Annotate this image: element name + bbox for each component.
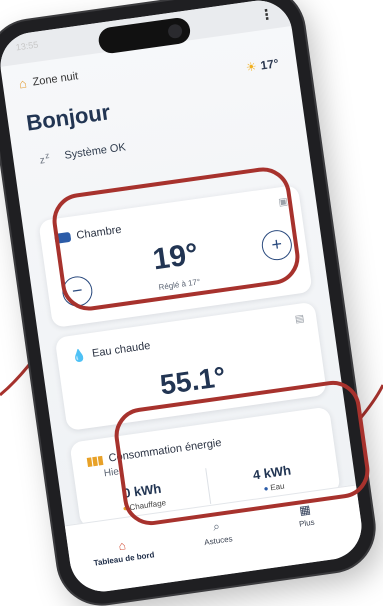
boiler-icon: ▤ bbox=[294, 313, 306, 326]
tab-dashboard[interactable]: ⌂ Tableau de bord bbox=[82, 533, 165, 569]
bed-icon bbox=[54, 231, 72, 244]
weather-widget: ☀ 17° bbox=[245, 56, 280, 74]
camera-icon bbox=[167, 23, 184, 40]
conso-label: Consommation énergie bbox=[107, 436, 223, 465]
zone-label: Zone nuit bbox=[31, 69, 79, 89]
water-drop-icon: 💧 bbox=[70, 347, 88, 364]
app-screen: 13:55 ⋮ ⌂ Zone nuit ☀ 17° Bonjour zz Sys… bbox=[0, 0, 366, 596]
water-label: Eau bbox=[269, 481, 286, 493]
tab-more[interactable]: ▦ Plus bbox=[279, 499, 332, 531]
card-eau-title: 💧 Eau chaude bbox=[70, 339, 151, 364]
flame-icon: ● bbox=[122, 503, 129, 514]
system-status-text: Système OK bbox=[63, 140, 127, 162]
tab-tips-label: Astuces bbox=[203, 534, 234, 548]
tab-tips[interactable]: ⌕ Astuces bbox=[186, 515, 249, 549]
bar-chart-icon: ▮▮▮ bbox=[85, 452, 104, 469]
sun-cloud-icon: ☀ bbox=[244, 59, 258, 75]
status-time: 13:55 bbox=[15, 39, 39, 53]
search-icon: ⌕ bbox=[212, 518, 221, 534]
faucet-icon: ● bbox=[262, 483, 270, 494]
sleep-icon: zz bbox=[39, 149, 51, 167]
home-icon: ⌂ bbox=[17, 75, 28, 92]
card-conso-title: ▮▮▮ Consommation énergie bbox=[85, 436, 222, 469]
weather-temp: 17° bbox=[259, 56, 280, 73]
chambre-label: Chambre bbox=[75, 223, 123, 242]
stage: 13:55 ⋮ ⌂ Zone nuit ☀ 17° Bonjour zz Sys… bbox=[0, 0, 383, 606]
more-options-icon[interactable]: ⋮ bbox=[259, 5, 275, 23]
schedule-icon[interactable]: ▣ bbox=[278, 196, 289, 208]
conso-period: Hier bbox=[103, 465, 123, 480]
eau-label: Eau chaude bbox=[91, 339, 152, 360]
grid-icon: ▦ bbox=[298, 502, 312, 518]
card-chambre-title: Chambre bbox=[54, 224, 122, 245]
heating-label: Chauffage bbox=[128, 498, 167, 513]
tab-more-label: Plus bbox=[298, 517, 316, 529]
